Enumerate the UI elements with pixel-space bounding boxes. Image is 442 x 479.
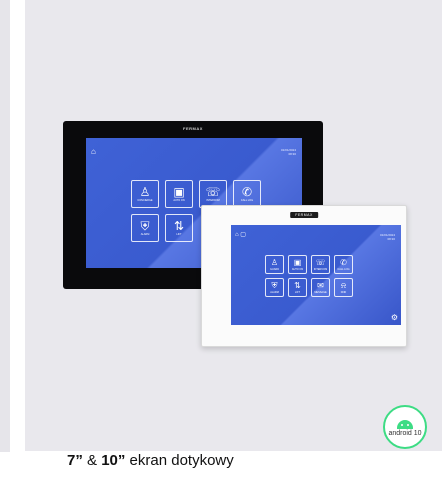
brand-logo: FERMAX [183, 126, 203, 131]
lift-icon: ⇅ [173, 219, 185, 233]
menu-tile-label: CALL LOG [240, 199, 254, 202]
android-robot-icon [397, 419, 413, 429]
call-log-icon: ✆ [340, 257, 347, 267]
menu-tile-label: INTERCOM [206, 199, 220, 202]
menu-tile-label: GUARD [269, 267, 280, 271]
brand-logo: FERMAX [290, 212, 318, 218]
guard-icon: ♙ [270, 257, 279, 267]
auto-on-icon: ▣ [173, 185, 185, 199]
menu-tile[interactable]: ▣ AUTO ON [288, 255, 307, 274]
monitor-7-inch: FERMAX ⌂ ▢ 01/01/2024 08:30 ♙ GUARD ▣ AUTO … [201, 205, 407, 347]
menu-tile[interactable]: ✆ CALL LOG [334, 255, 353, 274]
intercom-icon: ☏ [315, 257, 326, 267]
screen-size-caption: 7” & 10” ekran dotykowy [67, 452, 234, 469]
monitor-7-screen: ⌂ ▢ 01/01/2024 08:30 ♙ GUARD ▣ AUTO ON ☏ INTE… [231, 225, 401, 325]
menu-tile-label: DND [340, 290, 347, 294]
time-label: 08:30 [387, 237, 395, 241]
datetime-readout: 01/01/2024 08:30 [380, 233, 395, 241]
lift-icon: ⇅ [294, 280, 301, 290]
menu-tile[interactable]: ✆ CALL LOG [233, 180, 261, 208]
menu-tile-label: ALARM [270, 290, 279, 294]
menu-tile-label: AUTO ON [291, 267, 304, 271]
home-icon: ⌂ [91, 147, 96, 156]
menu-tile[interactable]: ♙ GUARD [265, 255, 284, 274]
menu-tile[interactable]: ⇅ LIFT [288, 278, 307, 297]
menu-tile[interactable]: ✉ MESSAGE [311, 278, 330, 297]
call-log-icon: ✆ [241, 185, 253, 199]
menu-tile-label: CALL LOG [337, 267, 350, 271]
menu-tile[interactable]: ⍾ DND [334, 278, 353, 297]
ampersand: & [82, 452, 102, 469]
menu-tile[interactable]: ☏ INTERCOM [199, 180, 227, 208]
dnd-bell-icon: ⍾ [340, 280, 347, 290]
concierge-icon: ♙ [139, 185, 151, 199]
menu-tile-label: CONCIERGE [137, 199, 153, 202]
menu-tile-label: AUTO ON [173, 199, 185, 202]
menu-grid: ♙ GUARD ▣ AUTO ON ☏ INTERCOM ✆ CALL LOG ⛨ ALARM ⇅ L… [265, 255, 353, 297]
android-10-badge: android 10 [383, 405, 427, 449]
menu-tile[interactable]: ⇅ LIFT [165, 214, 193, 242]
menu-tile[interactable]: ⛨ ALARM [131, 214, 159, 242]
android-version-label: android 10 [388, 429, 422, 437]
menu-tile[interactable]: ♙ CONCIERGE [131, 180, 159, 208]
size-7: 7” [67, 452, 83, 469]
menu-tile-label: INTERCOM [313, 267, 328, 271]
menu-tile-label: LIFT [176, 233, 182, 236]
home-icon: ⌂ ▢ [235, 232, 246, 238]
menu-tile[interactable]: ▣ AUTO ON [165, 180, 193, 208]
size-10: 10” [101, 452, 126, 469]
caption-text: ekran dotykowy [125, 452, 234, 469]
menu-tile[interactable]: ⛨ ALARM [265, 278, 284, 297]
intercom-icon: ☏ [205, 185, 221, 199]
alarm-shield-icon: ⛨ [140, 219, 150, 233]
gear-icon: ⚙ [390, 313, 398, 322]
menu-tile-label: ALARM [140, 233, 150, 236]
auto-on-icon: ▣ [293, 257, 302, 267]
datetime-readout: 01/01/2024 08:30 [281, 148, 296, 156]
menu-tile[interactable]: ☏ INTERCOM [311, 255, 330, 274]
message-icon: ✉ [317, 280, 324, 290]
time-label: 08:30 [288, 152, 296, 156]
menu-tile-label: MESSAGE [314, 290, 327, 294]
left-panel-edge [0, 0, 10, 452]
menu-tile-label: LIFT [294, 290, 301, 294]
alarm-shield-icon: ⛨ [271, 280, 278, 290]
